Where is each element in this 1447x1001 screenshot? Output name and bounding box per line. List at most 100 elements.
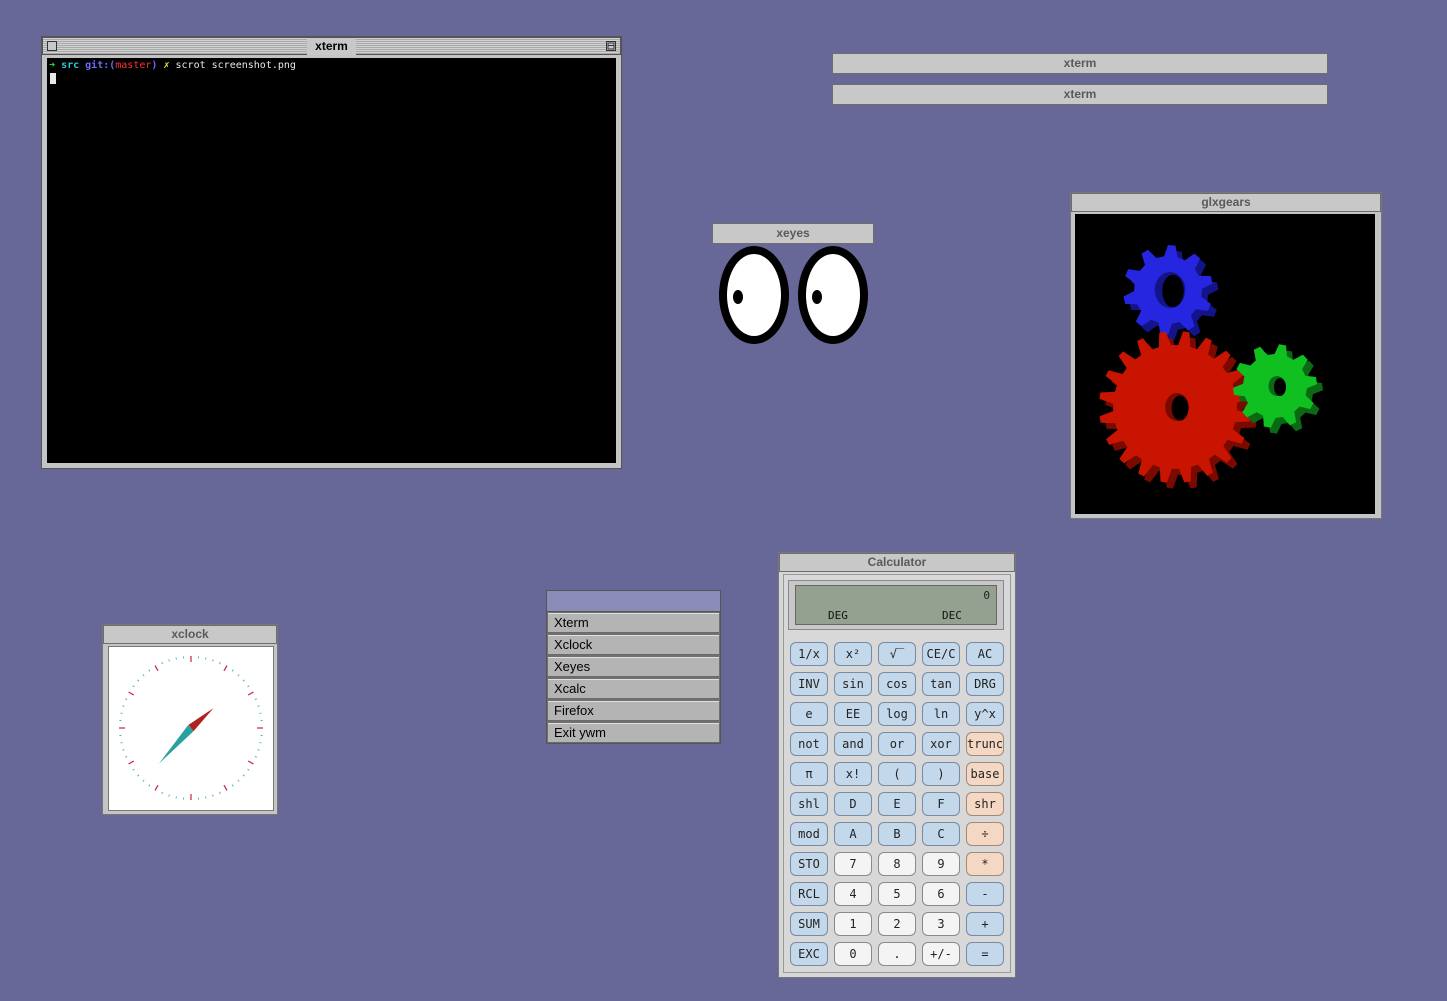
calc-key-cos-1-2[interactable]: cos (878, 672, 916, 696)
calculator-body: 0 DEG DEC 1/x x² √‾ CE/C AC INV sin cos tan DRG e E… (783, 574, 1011, 973)
menu-item-xterm[interactable]: Xterm (548, 613, 719, 633)
calc-key-e-5-2[interactable]: E (878, 792, 916, 816)
calc-key-5-8-2[interactable]: 5 (878, 882, 916, 906)
calc-key-sto-7-0[interactable]: STO (790, 852, 828, 876)
calc-key-exc-10-0[interactable]: EXC (790, 942, 828, 966)
prompt-git: git:( (85, 60, 116, 71)
calc-key-8-7-2[interactable]: 8 (878, 852, 916, 876)
terminal-cursor (50, 73, 56, 84)
glxgears-titlebar[interactable]: glxgears (1071, 193, 1381, 212)
calc-key-ac-0-4[interactable]: AC (966, 642, 1004, 666)
minimized-xterm-2[interactable]: xterm (832, 84, 1328, 105)
calc-key-a-6-1[interactable]: A (834, 822, 872, 846)
calc-key-x-0-1[interactable]: x² (834, 642, 872, 666)
clock-tick (142, 779, 145, 782)
menu-item-xeyes[interactable]: Xeyes (548, 657, 719, 677)
calc-key-or-3-2[interactable]: or (878, 732, 916, 756)
clock-tick (128, 691, 135, 696)
calc-key-sym-4-3[interactable]: ) (922, 762, 960, 786)
calc-key-3-9-3[interactable]: 3 (922, 912, 960, 936)
calc-key-base-4-4[interactable]: base (966, 762, 1004, 786)
root-menu[interactable]: Xterm Xclock Xeyes Xcalc Firefox Exit yw… (546, 590, 721, 744)
calc-key-sym-10-3[interactable]: +/- (922, 942, 960, 966)
calc-key-sym-4-0[interactable]: π (790, 762, 828, 786)
calc-key-sym-0-2[interactable]: √‾ (878, 642, 916, 666)
clock-tick (132, 768, 135, 771)
calc-key-c-6-3[interactable]: C (922, 822, 960, 846)
calc-key-y-x-2-4[interactable]: y^x (966, 702, 1004, 726)
menu-item-exit[interactable]: Exit ywm (548, 723, 719, 743)
calc-key-ln-2-3[interactable]: ln (922, 702, 960, 726)
calc-key-inv-1-0[interactable]: INV (790, 672, 828, 696)
clock-tick (137, 774, 140, 777)
maximize-icon[interactable] (606, 41, 616, 51)
calc-key-f-5-3[interactable]: F (922, 792, 960, 816)
calc-key-trunc-3-4[interactable]: trunc (966, 732, 1004, 756)
calc-key-not-3-0[interactable]: not (790, 732, 828, 756)
clock-tick (122, 749, 125, 751)
calc-key-6-8-3[interactable]: 6 (922, 882, 960, 906)
xeyes-titlebar[interactable]: xeyes (712, 223, 874, 244)
clock-tick (137, 679, 140, 682)
calc-key-xor-3-3[interactable]: xor (922, 732, 960, 756)
calc-key-sym-4-2[interactable]: ( (878, 762, 916, 786)
calc-key-2-9-2[interactable]: 2 (878, 912, 916, 936)
clock-tick (154, 784, 159, 791)
calc-key-7-7-1[interactable]: 7 (834, 852, 872, 876)
clock-tick (122, 705, 125, 707)
window-menu-icon[interactable] (47, 41, 57, 51)
clock-hour-hand (188, 708, 214, 731)
calc-key-d-5-1[interactable]: D (834, 792, 872, 816)
clock-tick (148, 669, 151, 672)
calc-key-sum-9-0[interactable]: SUM (790, 912, 828, 936)
calc-key-0-10-1[interactable]: 0 (834, 942, 872, 966)
terminal-prompt-line: ➜ src git:(master) ✗ scrot screenshot.pn… (49, 60, 296, 71)
calc-key-sym-7-4[interactable]: * (966, 852, 1004, 876)
calc-key-shl-5-0[interactable]: shl (790, 792, 828, 816)
calc-key-sym-6-4[interactable]: ÷ (966, 822, 1004, 846)
prompt-branch: master (115, 60, 152, 71)
xterm-titlebar[interactable]: xterm (42, 37, 621, 55)
calc-key-ee-2-1[interactable]: EE (834, 702, 872, 726)
prompt-dirty-icon: ✗ (163, 60, 170, 71)
calc-key-sin-1-1[interactable]: sin (834, 672, 872, 696)
blue-gear (1123, 245, 1219, 341)
glxgears-window[interactable]: glxgears (1070, 192, 1382, 519)
menu-item-firefox[interactable]: Firefox (548, 701, 719, 721)
calc-key-shr-5-4[interactable]: shr (966, 792, 1004, 816)
calc-key-ce-c-0-3[interactable]: CE/C (922, 642, 960, 666)
terminal-area[interactable]: ➜ src git:(master) ✗ scrot screenshot.pn… (47, 58, 616, 463)
calc-key-and-3-1[interactable]: and (834, 732, 872, 756)
calc-key-mod-6-0[interactable]: mod (790, 822, 828, 846)
calc-key-sym-10-2[interactable]: . (878, 942, 916, 966)
menu-item-xclock[interactable]: Xclock (548, 635, 719, 655)
menu-item-xcalc[interactable]: Xcalc (548, 679, 719, 699)
calc-key-sym-9-4[interactable]: + (966, 912, 1004, 936)
calc-key-drg-1-4[interactable]: DRG (966, 672, 1004, 696)
calc-key-b-6-2[interactable]: B (878, 822, 916, 846)
clock-tick (231, 784, 234, 787)
calc-key-9-7-3[interactable]: 9 (922, 852, 960, 876)
clock-graphic (119, 656, 263, 800)
calc-key-tan-1-3[interactable]: tan (922, 672, 960, 696)
xclock-window[interactable]: xclock (102, 624, 278, 815)
calc-key-log-2-2[interactable]: log (878, 702, 916, 726)
calc-key-rcl-8-0[interactable]: RCL (790, 882, 828, 906)
calc-key-sym-10-4[interactable]: = (966, 942, 1004, 966)
calculator-window[interactable]: Calculator 0 DEG DEC 1/x x² √‾ CE/C AC INV sin… (778, 552, 1016, 978)
minimized-xterm-1[interactable]: xterm (832, 53, 1328, 74)
calc-key-x-4-1[interactable]: x! (834, 762, 872, 786)
base-mode: DEC (942, 609, 962, 622)
xterm-window[interactable]: xterm ➜ src git:(master) ✗ scrot screens… (41, 36, 622, 469)
calc-key-e-2-0[interactable]: e (790, 702, 828, 726)
glxgears-canvas (1075, 214, 1375, 514)
calculator-titlebar[interactable]: Calculator (779, 553, 1015, 572)
xclock-titlebar[interactable]: xclock (103, 625, 277, 644)
xeyes-window[interactable]: xeyes (712, 223, 874, 348)
calc-key-1-x-0-0[interactable]: 1/x (790, 642, 828, 666)
calc-key-4-8-1[interactable]: 4 (834, 882, 872, 906)
calc-key-sym-8-4[interactable]: - (966, 882, 1004, 906)
calc-key-1-9-1[interactable]: 1 (834, 912, 872, 936)
red-gear (1099, 331, 1257, 489)
clock-tick (212, 794, 214, 797)
